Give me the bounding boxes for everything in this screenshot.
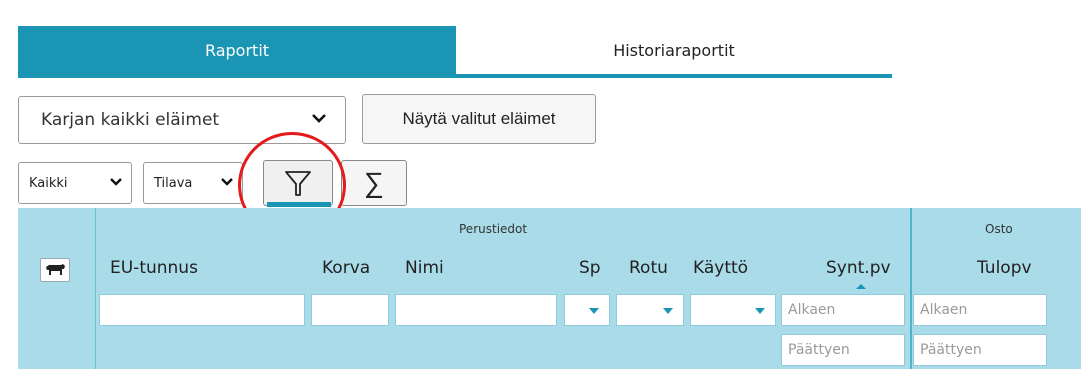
animal-select-button[interactable]: [40, 258, 70, 282]
eu-id-filter-input[interactable]: [99, 294, 305, 326]
chevron-down-icon: [221, 178, 233, 186]
sort-ascending-icon: [856, 284, 866, 289]
report-tabs: Raportit Historiaraportit: [18, 26, 892, 78]
animal-grid: Perustiedot Osto EU-tunnus Korva Nimi Sp…: [18, 208, 1081, 369]
column-divider: [95, 208, 96, 369]
sigma-icon: ∑: [364, 167, 384, 198]
scope-select[interactable]: Kaikki: [18, 162, 132, 204]
view-density-select-value: Tilava: [154, 175, 193, 191]
view-density-select[interactable]: Tilava: [143, 162, 243, 204]
birth-date-end-input[interactable]: Päättyen: [781, 334, 905, 366]
name-filter-input[interactable]: [395, 294, 557, 326]
column-header-ear[interactable]: Korva: [322, 258, 370, 278]
column-header-name[interactable]: Nimi: [405, 258, 444, 278]
ear-filter-input[interactable]: [311, 294, 389, 326]
chevron-down-icon: [312, 114, 326, 123]
sum-button[interactable]: ∑: [341, 160, 407, 206]
column-header-birth-date[interactable]: Synt.pv: [826, 258, 891, 278]
arrival-date-end-input[interactable]: Päättyen: [913, 334, 1047, 366]
herd-select-value: Karjan kaikki eläimet: [41, 110, 220, 130]
tab-reports[interactable]: Raportit: [18, 26, 456, 74]
tab-history-reports[interactable]: Historiaraportit: [456, 26, 892, 74]
scope-select-value: Kaikki: [29, 175, 68, 191]
group-header-basic: Perustiedot: [459, 222, 528, 236]
cow-icon: [46, 264, 65, 275]
dropdown-arrow-icon: [663, 308, 673, 314]
show-selected-animals-button[interactable]: Näytä valitut eläimet: [362, 94, 596, 144]
column-header-arrival-date[interactable]: Tulopv: [977, 258, 1032, 278]
column-header-eu-id[interactable]: EU-tunnus: [110, 258, 198, 278]
column-header-breed[interactable]: Rotu: [629, 258, 668, 278]
dropdown-arrow-icon: [755, 308, 765, 314]
chevron-down-icon: [110, 178, 122, 186]
sex-filter-select[interactable]: [564, 294, 610, 326]
arrival-date-start-input[interactable]: Alkaen: [913, 294, 1047, 326]
breed-filter-select[interactable]: [616, 294, 684, 326]
group-divider: [910, 208, 912, 369]
dropdown-arrow-icon: [589, 308, 599, 314]
birth-date-start-input[interactable]: Alkaen: [781, 294, 905, 326]
column-header-sex[interactable]: Sp: [579, 258, 601, 278]
column-header-use[interactable]: Käyttö: [693, 258, 748, 278]
group-header-purchase: Osto: [985, 222, 1013, 236]
use-filter-select[interactable]: [690, 294, 776, 326]
